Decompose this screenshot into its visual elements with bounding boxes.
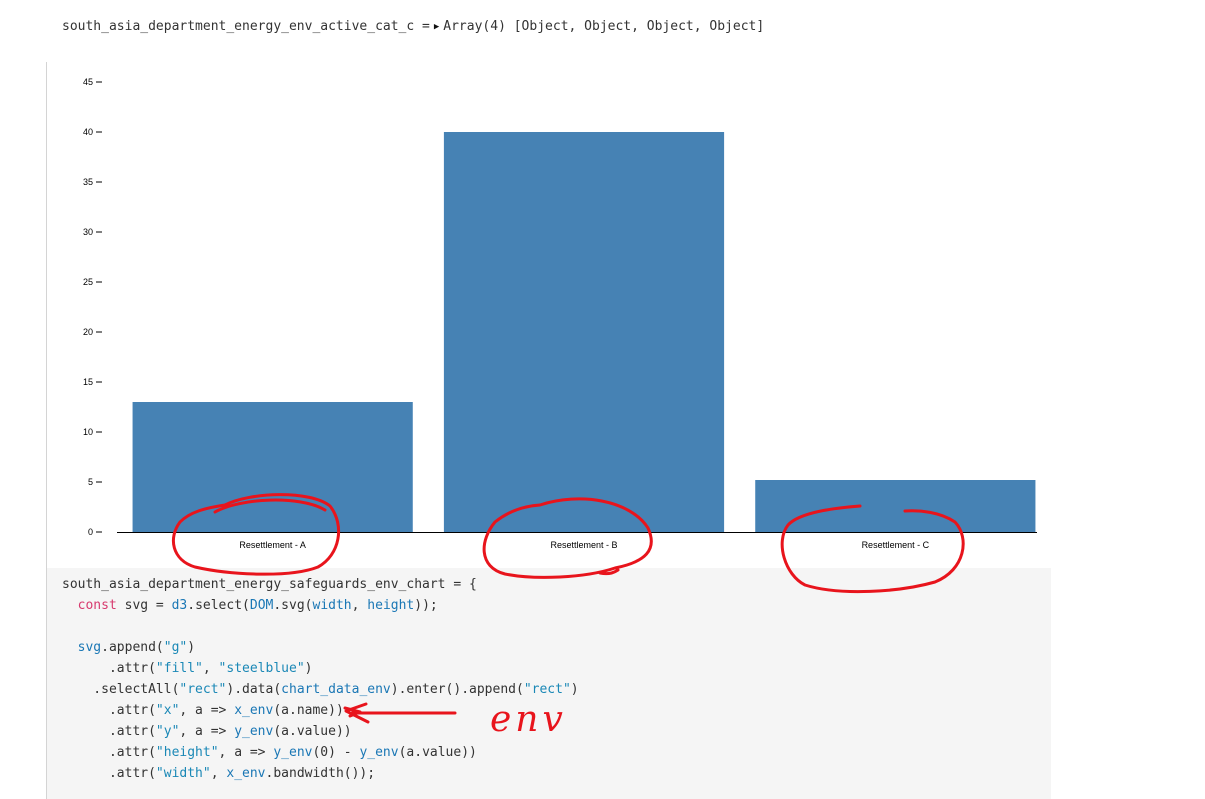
code-editor[interactable]: south_asia_department_energy_safeguards_… — [62, 574, 579, 784]
code-token: .svg( — [273, 598, 313, 613]
code-token: .attr( — [62, 703, 156, 718]
code-token: , — [202, 661, 219, 676]
code-token: .select( — [187, 598, 250, 613]
bar — [132, 402, 413, 532]
code-token: DOM — [249, 598, 274, 613]
code-token: (a.value)) — [273, 724, 352, 739]
bars — [132, 132, 1036, 532]
code-token: , a => — [179, 703, 235, 718]
y-tick-label: 45 — [83, 77, 93, 87]
y-tick-label: 5 — [88, 477, 93, 487]
code-token: , a => — [179, 724, 235, 739]
bar — [755, 480, 1036, 532]
x-tick-label: Resettlement - B — [550, 540, 617, 550]
y-tick-label: 40 — [83, 127, 93, 137]
y-tick-label: 35 — [83, 177, 93, 187]
code-token: "rect" — [523, 682, 571, 697]
code-token: ) — [187, 640, 196, 655]
code-token: , — [351, 598, 368, 613]
code-token: "g" — [163, 640, 188, 655]
code-token: "width" — [155, 766, 211, 781]
code-token: ) — [570, 682, 579, 697]
code-token: "steelblue" — [218, 661, 305, 676]
code-token: width — [312, 598, 352, 613]
code-line: const svg = d3.select(DOM.svg(width, hei… — [62, 595, 579, 616]
y-tick-label: 10 — [83, 427, 93, 437]
code-token: .attr( — [62, 661, 156, 676]
code-line: svg.append("g") — [62, 637, 579, 658]
code-token: .bandwidth()); — [265, 766, 376, 781]
code-token: height — [367, 598, 415, 613]
code-token: ).data( — [226, 682, 282, 697]
x-axis: Resettlement - A Resettlement - B Resettle… — [117, 532, 1037, 550]
code-token: .selectAll( — [62, 682, 180, 697]
y-axis: 0 5 10 15 20 25 30 35 40 45 — [83, 77, 102, 537]
y-tick-label: 30 — [83, 227, 93, 237]
code-token: ).enter().append( — [390, 682, 524, 697]
code-line: .attr("height", a => y_env(0) - y_env(a.… — [62, 742, 579, 763]
code-token: (a.name)) — [273, 703, 344, 718]
code-line: .attr("y", a => y_env(a.value)) — [62, 721, 579, 742]
code-token: "y" — [155, 724, 180, 739]
code-token: , — [210, 766, 227, 781]
code-token: svg = — [116, 598, 172, 613]
code-line: .attr("width", x_env.bandwidth()); — [62, 763, 579, 784]
y-tick-label: 20 — [83, 327, 93, 337]
code-token: chart_data_env — [281, 682, 391, 697]
code-line: .attr("fill", "steelblue") — [62, 658, 579, 679]
code-token: "height" — [155, 745, 219, 760]
code-token: y_env — [234, 724, 274, 739]
code-token: "rect" — [179, 682, 227, 697]
code-token: (0) - — [312, 745, 360, 760]
code-token: x_env — [234, 703, 274, 718]
bar — [443, 132, 725, 532]
code-line: .attr("x", a => x_env(a.name)) — [62, 700, 579, 721]
code-token: d3 — [171, 598, 188, 613]
code-token: y_env — [359, 745, 399, 760]
y-tick-label: 25 — [83, 277, 93, 287]
code-token: , a => — [218, 745, 274, 760]
code-line: south_asia_department_energy_safeguards_… — [62, 574, 579, 595]
code-token: .attr( — [62, 745, 156, 760]
code-token: ) — [304, 661, 313, 676]
code-token: y_env — [273, 745, 313, 760]
x-tick-label: Resettlement - A — [239, 540, 306, 550]
code-line: .selectAll("rect").data(chart_data_env).… — [62, 679, 579, 700]
y-tick-label: 0 — [88, 527, 93, 537]
y-tick-label: 15 — [83, 377, 93, 387]
code-token: "fill" — [155, 661, 203, 676]
code-token: )); — [414, 598, 438, 613]
code-token: .attr( — [62, 724, 156, 739]
x-tick-label: Resettlement - C — [862, 540, 930, 550]
code-token: south_asia_department_energy_safeguards_… — [62, 577, 477, 592]
code-token: .attr( — [62, 766, 156, 781]
code-token: .append( — [101, 640, 164, 655]
code-token: const — [77, 598, 117, 613]
bar-chart: 051015202530354045 Resettlement - A Reset… — [83, 77, 1037, 550]
code-token: (a.value)) — [398, 745, 477, 760]
code-token: svg — [77, 640, 102, 655]
code-token: "x" — [155, 703, 180, 718]
code-token: x_env — [226, 766, 266, 781]
